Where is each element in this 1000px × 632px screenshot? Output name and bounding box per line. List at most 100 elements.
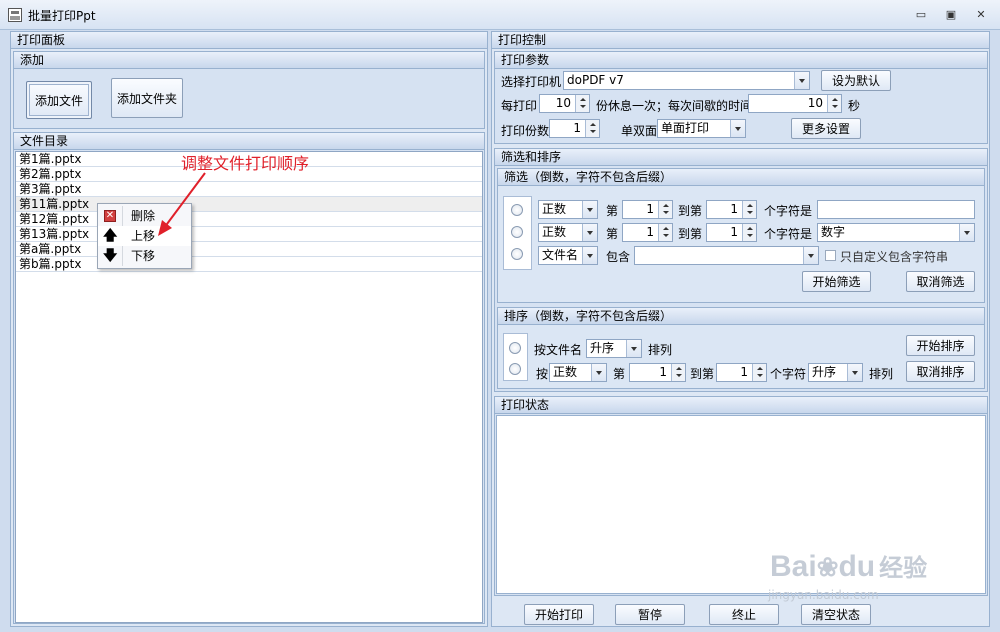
spinner-arrows-icon[interactable] (742, 224, 756, 241)
printer-select-value: doPDF v7 (567, 73, 624, 87)
file-list[interactable]: 第1篇.pptx 第2篇.pptx 第3篇.pptx 第11篇.pptx 第12… (15, 151, 483, 623)
watermark-logo: Bai❀du 经验 (770, 548, 927, 584)
spinner-arrows-icon[interactable] (671, 364, 685, 381)
duplex-select[interactable]: 单面打印 (657, 119, 746, 138)
sort-radio-group (503, 333, 528, 381)
custom-string-checkbox[interactable] (825, 250, 836, 261)
chevron-down-icon[interactable] (626, 340, 641, 357)
pause-button[interactable]: 暂停 (615, 604, 685, 625)
spinner-arrows-icon[interactable] (827, 95, 841, 112)
sort-row2-from-value: 1 (659, 365, 667, 379)
sort-by-label: 按 (536, 367, 549, 381)
stop-button[interactable]: 终止 (709, 604, 779, 625)
sort-row2-order-value: 升序 (812, 365, 837, 379)
spinner-arrows-icon[interactable] (658, 224, 672, 241)
filter-subpanel: 筛选（倒数，字符不包含后缀） 正数 第 1 到第 1 个字符是 正数 第 1 到… (497, 168, 985, 303)
spinner-arrows-icon[interactable] (752, 364, 766, 381)
filter-row1-value-input[interactable] (817, 200, 975, 219)
filter-row2-di-label: 第 (606, 227, 619, 241)
sort-row1-order-select[interactable]: 升序 (586, 339, 642, 358)
sort-row2-di-label: 第 (613, 367, 626, 381)
filter-title: 筛选（倒数，字符不包含后缀） (498, 169, 984, 186)
printer-select[interactable]: doPDF v7 (563, 71, 810, 90)
minimize-button[interactable]: ▭ (912, 8, 930, 22)
filter-radio-1[interactable] (511, 204, 523, 216)
printer-icon (8, 8, 22, 22)
interval-spinner[interactable]: 10 (748, 94, 842, 113)
sort-row2-from-spinner[interactable]: 1 (629, 363, 686, 382)
filter-radio-3[interactable] (511, 248, 523, 260)
start-print-button[interactable]: 开始打印 (524, 604, 594, 625)
filter-row1-to-spinner[interactable]: 1 (706, 200, 757, 219)
chevron-down-icon[interactable] (582, 224, 597, 241)
window-title: 批量打印Ppt (28, 9, 96, 23)
close-button[interactable]: ✕ (972, 8, 990, 22)
start-filter-button[interactable]: 开始筛选 (802, 271, 871, 292)
file-list-item-selected[interactable]: 第11篇.pptx (16, 197, 482, 212)
filter-row1-from-spinner[interactable]: 1 (622, 200, 673, 219)
chevron-down-icon[interactable] (591, 364, 606, 381)
filter-row2-value-select[interactable]: 数字 (817, 223, 975, 242)
chevron-down-icon[interactable] (847, 364, 862, 381)
restore-button[interactable]: ▣ (942, 8, 960, 22)
add-folder-button[interactable]: 添加文件夹 (111, 78, 183, 118)
chevron-down-icon[interactable] (582, 247, 597, 264)
filter-row2-to-label: 到第 (678, 227, 703, 241)
sort-row2-mode-select[interactable]: 正数 (549, 363, 607, 382)
sort-row2-order-select[interactable]: 升序 (808, 363, 863, 382)
print-control-panel: 打印控制 打印参数 选择打印机 doPDF v7 设为默认 每打印 10 份休息… (491, 31, 990, 627)
filter-row2-to-spinner[interactable]: 1 (706, 223, 757, 242)
file-list-item[interactable]: 第3篇.pptx (16, 182, 482, 197)
filter-row3-value-select[interactable] (634, 246, 819, 265)
file-list-item[interactable]: 第a篇.pptx (16, 242, 482, 257)
watermark-brand-a: Bai (770, 550, 817, 583)
filter-row2-mode-select[interactable]: 正数 (538, 223, 598, 242)
chevron-down-icon[interactable] (959, 224, 974, 241)
filter-radio-2[interactable] (511, 226, 523, 238)
file-list-item[interactable]: 第13篇.pptx (16, 227, 482, 242)
spinner-arrows-icon[interactable] (658, 201, 672, 218)
interval-value: 10 (807, 96, 823, 110)
cancel-sort-button[interactable]: 取消排序 (906, 361, 975, 382)
start-sort-button[interactable]: 开始排序 (906, 335, 975, 356)
set-default-button[interactable]: 设为默认 (821, 70, 891, 91)
filter-row2-from-value: 1 (646, 225, 654, 239)
add-file-button[interactable]: 添加文件 (26, 81, 92, 119)
filter-row2-char-label: 个字符是 (764, 227, 813, 241)
sort-radio-1[interactable] (509, 342, 521, 354)
spinner-arrows-icon[interactable] (585, 120, 599, 137)
duplex-label: 单双面 (621, 124, 658, 138)
spinner-arrows-icon[interactable] (742, 201, 756, 218)
seconds-label: 秒 (848, 99, 861, 113)
filter-row2-from-spinner[interactable]: 1 (622, 223, 673, 242)
chevron-down-icon[interactable] (582, 201, 597, 218)
filter-sort-section: 筛选和排序 筛选（倒数，字符不包含后缀） 正数 第 1 到第 1 个字符是 正数… (494, 148, 988, 392)
filter-row1-mode-select[interactable]: 正数 (538, 200, 598, 219)
every-print-label: 每打印 (501, 99, 538, 113)
sort-radio-2[interactable] (509, 363, 521, 375)
every-print-spinner[interactable]: 10 (539, 94, 590, 113)
sort-by-filename-label: 按文件名 (534, 343, 583, 357)
more-settings-button[interactable]: 更多设置 (791, 118, 861, 139)
clear-status-button[interactable]: 清空状态 (801, 604, 871, 625)
filter-row2-mode-value: 正数 (542, 225, 567, 239)
chevron-down-icon[interactable] (794, 72, 809, 89)
sort-row2-mode-value: 正数 (553, 365, 578, 379)
file-list-item[interactable]: 第12篇.pptx (16, 212, 482, 227)
cancel-filter-button[interactable]: 取消筛选 (906, 271, 975, 292)
context-menu-move-down[interactable]: 🡇 下移 (98, 246, 191, 266)
printer-label: 选择打印机 (501, 75, 562, 89)
filter-row2-to-value: 1 (730, 225, 738, 239)
copies-spinner[interactable]: 1 (549, 119, 600, 138)
sort-row2-to-spinner[interactable]: 1 (716, 363, 767, 382)
filter-row3-mode-select[interactable]: 文件名 (538, 246, 598, 265)
arrow-up-icon: 🡅 (103, 228, 118, 244)
spinner-arrows-icon[interactable] (575, 95, 589, 112)
chevron-down-icon[interactable] (803, 247, 818, 264)
chevron-down-icon[interactable] (730, 120, 745, 137)
filter-row3-contains-label: 包含 (606, 250, 631, 264)
file-list-item[interactable]: 第b篇.pptx (16, 257, 482, 272)
filter-radio-group (503, 196, 532, 270)
print-status-title: 打印状态 (495, 397, 987, 414)
print-panel: 打印面板 添加 添加文件 添加文件夹 文件目录 第1篇.pptx 第2篇.ppt… (10, 31, 488, 627)
